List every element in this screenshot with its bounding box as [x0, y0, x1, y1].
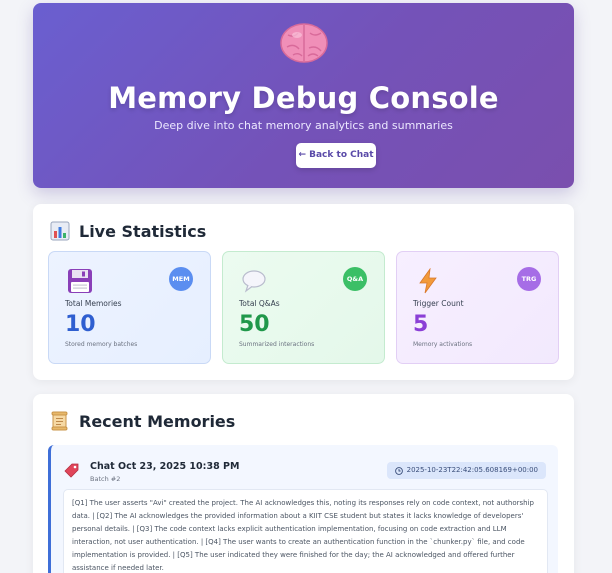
page-subtitle: Deep dive into chat memory analytics and…: [154, 119, 453, 132]
memory-entry[interactable]: Chat Oct 23, 2025 10:38 PM Batch #2 2025…: [48, 445, 558, 573]
recent-memories-header: Recent Memories: [50, 411, 235, 431]
stat-label: Trigger Count: [413, 299, 464, 308]
section-title: Recent Memories: [79, 411, 236, 431]
stat-value: 10: [65, 312, 96, 337]
stat-card-trigger-count: TRG Trigger Count 5 Memory activations: [396, 251, 559, 364]
qa-badge: Q&A: [343, 267, 367, 291]
stat-label: Total Q&As: [239, 299, 280, 308]
memory-title: Chat Oct 23, 2025 10:38 PM: [90, 461, 240, 472]
lightning-icon: [419, 268, 437, 294]
timestamp-text: 2025-10-23T22:42:05.608169+00:00: [406, 466, 538, 474]
timestamp-badge: 2025-10-23T22:42:05.608169+00:00: [386, 462, 546, 479]
memory-summary: [Q1] The user asserts "Avi" created the …: [63, 489, 548, 573]
stat-caption: Stored memory batches: [65, 341, 138, 348]
tag-icon: [64, 463, 79, 478]
page-title: Memory Debug Console: [108, 81, 499, 115]
hero-banner: Memory Debug Console Deep dive into chat…: [33, 3, 574, 188]
scroll-icon: [51, 411, 68, 431]
floppy-disk-icon: [68, 269, 92, 293]
clock-icon: [394, 466, 403, 475]
bar-chart-icon: [50, 221, 70, 241]
live-statistics-card: Live Statistics MEM Total Memories 10 St…: [33, 204, 574, 380]
recent-memories-card: Recent Memories Chat Oct 23, 2025 10:38 …: [33, 394, 574, 573]
speech-bubble-icon: [242, 270, 266, 293]
stat-value: 50: [239, 312, 270, 337]
stat-card-total-memories: MEM Total Memories 10 Stored memory batc…: [48, 251, 211, 364]
live-statistics-header: Live Statistics: [50, 221, 206, 241]
mem-badge: MEM: [169, 267, 193, 291]
stat-label: Total Memories: [65, 299, 122, 308]
trg-badge: TRG: [517, 267, 541, 291]
stat-value: 5: [413, 312, 429, 337]
section-title: Live Statistics: [79, 221, 207, 241]
stat-card-total-qas: Q&A Total Q&As 50 Summarized interaction…: [222, 251, 385, 364]
stat-caption: Memory activations: [413, 341, 473, 348]
brain-icon: [280, 23, 328, 63]
memory-batch: Batch #2: [90, 475, 121, 483]
stat-caption: Summarized interactions: [239, 341, 315, 348]
back-to-chat-button[interactable]: ← Back to Chat: [296, 143, 376, 168]
